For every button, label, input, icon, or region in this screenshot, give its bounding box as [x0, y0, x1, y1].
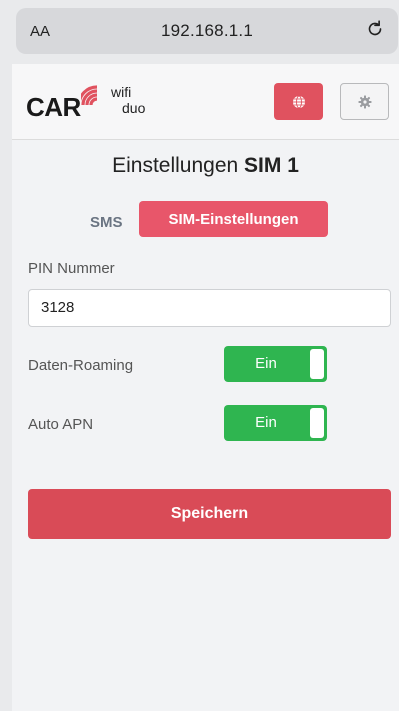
roaming-toggle-label: Ein: [255, 355, 277, 372]
tab-sms[interactable]: SMS: [90, 214, 123, 231]
page-title-sim: SIM 1: [244, 154, 299, 177]
logo-wifi-text: wifi: [111, 84, 132, 100]
settings-button[interactable]: [340, 83, 389, 120]
save-button[interactable]: Speichern: [28, 489, 391, 539]
reload-icon[interactable]: [364, 18, 386, 40]
page-title: Einstellungen SIM 1: [12, 154, 399, 178]
pin-label: PIN Nummer: [28, 260, 115, 277]
roaming-toggle-knob[interactable]: [310, 349, 324, 379]
language-button[interactable]: [274, 83, 323, 120]
apn-label: Auto APN: [28, 416, 94, 433]
apn-toggle-knob[interactable]: [310, 408, 324, 438]
app-header: CAR wifi duo: [12, 64, 399, 140]
roaming-label: Daten-Roaming: [28, 357, 134, 374]
apn-toggle-label: Ein: [255, 414, 277, 431]
browser-address-bar[interactable]: AA 192.168.1.1: [16, 8, 398, 54]
gear-icon: [358, 95, 371, 108]
tab-sim-settings[interactable]: SIM-Einstellungen: [139, 201, 328, 237]
phone-screen: AA 192.168.1.1 CAR wifi duo Einstellunge…: [0, 0, 399, 711]
url-text[interactable]: 192.168.1.1: [16, 21, 398, 41]
globe-icon: [292, 95, 305, 108]
logo-car-text: CAR: [26, 92, 81, 122]
apn-toggle[interactable]: Ein: [224, 405, 327, 441]
logo-duo-text: duo: [122, 100, 146, 116]
app-container: CAR wifi duo Einstellungen SIM 1 SMS SIM…: [12, 64, 399, 711]
carwifi-logo[interactable]: CAR wifi duo: [26, 80, 176, 124]
wifi-signal-icon: [81, 85, 98, 106]
pin-input[interactable]: 3128: [28, 289, 391, 327]
roaming-toggle[interactable]: Ein: [224, 346, 327, 382]
page-title-prefix: Einstellungen: [112, 154, 239, 177]
